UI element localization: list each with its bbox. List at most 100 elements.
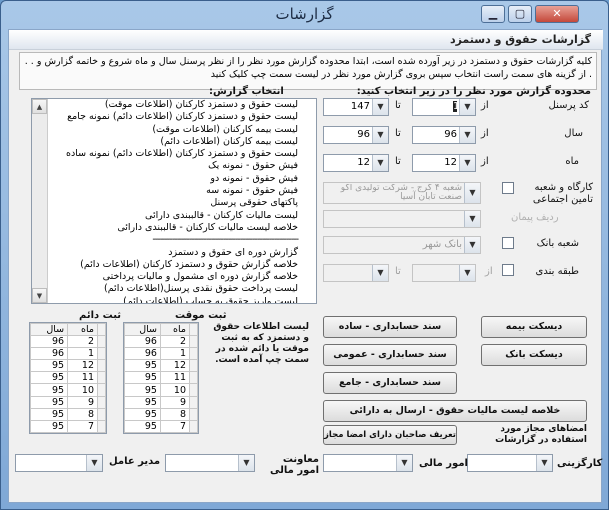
personnel-to-combo[interactable]: 147 ▼ — [323, 98, 389, 116]
table-row[interactable]: 96 1 — [30, 347, 106, 361]
report-list-item[interactable]: لیست بیمه کارکنان (اطلاعات موقت) — [32, 124, 316, 136]
acc-doc-full-button[interactable]: سند حسابداری - جامع — [323, 372, 457, 394]
chevron-down-icon[interactable]: ▼ — [536, 455, 552, 471]
table-row[interactable]: 95 7 — [30, 419, 106, 433]
acc-doc-simple-button[interactable]: سند حسابداری - ساده — [323, 316, 457, 338]
chevron-down-icon[interactable]: ▼ — [464, 183, 480, 203]
chevron-down-icon[interactable]: ▼ — [86, 455, 102, 471]
row-marker[interactable] — [189, 383, 198, 397]
chevron-down-icon[interactable]: ▼ — [372, 155, 388, 171]
table-row[interactable]: 95 10 — [124, 383, 198, 397]
chevron-down-icon[interactable]: ▼ — [464, 237, 480, 253]
table-row[interactable]: 95 9 — [124, 395, 198, 409]
month-from-combo[interactable]: 12 ▼ — [412, 154, 476, 172]
finance-combo[interactable]: ▼ — [323, 454, 413, 472]
workshop-combo[interactable]: شعبه ۴ کرج - شرکت تولیدی آکو صنعت تابان … — [323, 182, 481, 204]
row-marker[interactable] — [189, 371, 198, 385]
row-marker[interactable] — [97, 383, 106, 397]
chevron-down-icon[interactable]: ▼ — [238, 455, 254, 471]
workshop-checkbox[interactable] — [502, 182, 514, 194]
row-marker[interactable] — [189, 407, 198, 421]
report-list-item[interactable]: لیست بیمه کارکنان (اطلاعات دائم) — [32, 136, 316, 148]
perm-grid[interactable]: سال ماه 96 2 96 1 95 12 95 11 95 10 95 9 95 8 95 7 — [29, 322, 107, 434]
table-row[interactable]: 96 2 — [124, 335, 198, 349]
define-signers-button[interactable]: تعریف صاحبان دارای امضا مجاز — [323, 425, 457, 445]
report-list-item[interactable]: خلاصه گزارش دوره ای مشمول و مالیات پرداخ… — [32, 271, 316, 283]
report-list-item[interactable]: گزارش دوره ای حقوق و دستمزد — [32, 247, 316, 259]
chevron-down-icon[interactable]: ▼ — [459, 127, 475, 143]
table-row[interactable]: 95 12 — [124, 359, 198, 373]
deputy-combo[interactable]: ▼ — [165, 454, 255, 472]
table-row[interactable]: 95 11 — [30, 371, 106, 385]
table-row[interactable]: 95 12 — [30, 359, 106, 373]
report-list-item[interactable]: لیست حقوق و دستمزد کارکنان (اطلاعات دائم… — [32, 148, 316, 160]
table-row[interactable]: 95 9 — [30, 395, 106, 409]
row-disabled-combo[interactable]: ▼ — [323, 210, 481, 228]
category-checkbox[interactable] — [502, 264, 514, 276]
bank-branch-checkbox[interactable] — [502, 237, 514, 249]
report-list-item[interactable]: ----------------------------------------… — [32, 234, 316, 246]
row-marker[interactable] — [97, 371, 106, 385]
table-row[interactable]: 95 11 — [124, 371, 198, 385]
report-list-item[interactable]: لیست پرداخت حقوق نقدی پرسنل(اطلاعات دائم… — [32, 283, 316, 295]
table-row[interactable]: 96 1 — [124, 347, 198, 361]
table-row[interactable]: 96 2 — [30, 335, 106, 349]
disk-insurance-button[interactable]: دیسکت بیمه — [481, 316, 587, 338]
row-marker[interactable] — [97, 359, 106, 373]
year-from-combo[interactable]: 96 ▼ — [412, 126, 476, 144]
tax-summary-button[interactable]: خلاصه لیست مالیات حقوق - ارسال به دارائی — [323, 400, 587, 422]
scroll-up-icon[interactable]: ▲ — [32, 99, 47, 114]
row-marker[interactable] — [189, 419, 198, 433]
table-row[interactable]: 95 8 — [124, 407, 198, 421]
report-list-item[interactable]: پاکتهای حقوقی پرسنل — [32, 197, 316, 209]
row-marker[interactable] — [97, 335, 106, 349]
chevron-down-icon[interactable]: ▼ — [372, 99, 388, 115]
ceo-combo[interactable]: ▼ — [15, 454, 103, 472]
chevron-down-icon[interactable]: ▼ — [464, 211, 480, 227]
row-marker[interactable] — [97, 407, 106, 421]
report-list-item[interactable]: فیش حقوق - نمونه یک — [32, 160, 316, 172]
chevron-down-icon[interactable]: ▼ — [372, 127, 388, 143]
cell-year: 95 — [124, 383, 161, 397]
chevron-down-icon[interactable]: ▼ — [396, 455, 412, 471]
row-marker[interactable] — [189, 359, 198, 373]
maximize-button[interactable]: ▢ — [508, 5, 532, 23]
row-marker[interactable] — [97, 395, 106, 409]
category-to-combo[interactable]: ▼ — [323, 264, 389, 282]
report-list-item[interactable]: لیست مالیات کارکنان - قالببندی دارائی — [32, 210, 316, 222]
chevron-down-icon[interactable]: ▼ — [459, 99, 475, 115]
report-list-item[interactable]: فیش حقوق - نمونه دو — [32, 173, 316, 185]
row-marker[interactable] — [97, 419, 106, 433]
report-list-item[interactable]: لیست واریز حقوق به حساب (اطلاعات دائم) — [32, 296, 316, 303]
acc-doc-general-button[interactable]: سند حسابداری - عمومی — [323, 344, 457, 366]
row-marker[interactable] — [97, 347, 106, 361]
chevron-down-icon[interactable]: ▼ — [372, 265, 388, 281]
report-list-item[interactable]: لیست حقوق و دستمزد کارکنان (اطلاعات موقت… — [32, 99, 316, 111]
scroll-down-icon[interactable]: ▼ — [32, 288, 47, 303]
reports-listbox[interactable]: ▲ ▼ لیست حقوق و دستمزد کارکنان (اطلاعات … — [31, 98, 317, 304]
report-list-item[interactable]: خلاصه گزارش حقوق و دستمزد کارکنان (اطلاع… — [32, 259, 316, 271]
month-to-combo[interactable]: 12 ▼ — [323, 154, 389, 172]
chevron-down-icon[interactable]: ▼ — [459, 155, 475, 171]
perm-grid-header-month: ماه — [67, 323, 98, 337]
category-from-combo[interactable]: ▼ — [412, 264, 476, 282]
disk-bank-button[interactable]: دیسکت بانک — [481, 344, 587, 366]
row-marker[interactable] — [189, 335, 198, 349]
temp-grid[interactable]: سال ماه 96 2 96 1 95 12 95 11 95 10 95 9 95 8 95 7 — [123, 322, 199, 434]
row-marker[interactable] — [189, 395, 198, 409]
minimize-button[interactable]: ▁ — [481, 5, 505, 23]
report-list-item[interactable]: خلاصه لیست مالیات کارکنان - قالببندی دار… — [32, 222, 316, 234]
report-list-item[interactable]: فیش حقوق - نمونه سه — [32, 185, 316, 197]
table-row[interactable]: 95 8 — [30, 407, 106, 421]
personnel-from-combo[interactable]: 1 ▼ — [412, 98, 476, 116]
reports-scrollbar[interactable]: ▲ ▼ — [32, 99, 48, 303]
year-to-combo[interactable]: 96 ▼ — [323, 126, 389, 144]
close-button[interactable]: ✕ — [535, 5, 579, 23]
hr-combo[interactable]: ▼ — [467, 454, 553, 472]
chevron-down-icon[interactable]: ▼ — [459, 265, 475, 281]
table-row[interactable]: 95 10 — [30, 383, 106, 397]
report-list-item[interactable]: لیست حقوق و دستمزد کارکنان (اطلاعات دائم… — [32, 111, 316, 123]
bank-branch-combo[interactable]: بانک شهر ▼ — [323, 236, 481, 254]
table-row[interactable]: 95 7 — [124, 419, 198, 433]
row-marker[interactable] — [189, 347, 198, 361]
